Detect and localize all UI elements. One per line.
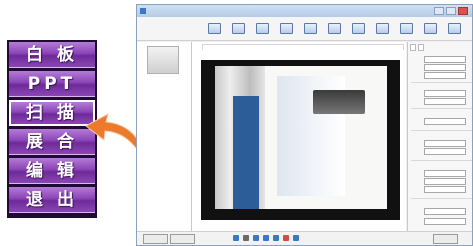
- bottom-button-left[interactable]: [170, 234, 195, 244]
- bottom-button-left[interactable]: [143, 234, 168, 244]
- zoom-out-icon[interactable]: [263, 235, 269, 241]
- toolbar-button[interactable]: [397, 17, 416, 40]
- toolbar-button[interactable]: [373, 17, 392, 40]
- toolbar: [137, 17, 472, 41]
- toolbar-icon: [424, 23, 437, 34]
- thumbnail-image[interactable]: [147, 46, 179, 74]
- app-icon: [140, 8, 146, 14]
- settings-icon[interactable]: [293, 235, 299, 241]
- setting-dropdown[interactable]: [424, 90, 466, 97]
- setting-dropdown[interactable]: [424, 140, 466, 147]
- toolbar-icon: [376, 23, 389, 34]
- scanner-app-window: [136, 4, 473, 246]
- menu-item-ppt[interactable]: PPT: [9, 71, 95, 97]
- toolbar-button[interactable]: [325, 17, 344, 40]
- settings-tab[interactable]: [410, 44, 416, 51]
- divider: [411, 82, 472, 83]
- toolbar-icon: [256, 23, 269, 34]
- menu-item-whiteboard[interactable]: 白 板: [9, 42, 95, 68]
- scan-frame[interactable]: [201, 60, 400, 220]
- divider: [411, 160, 472, 161]
- setting-dropdown[interactable]: [424, 72, 466, 79]
- settings-tab[interactable]: [418, 44, 424, 51]
- thumbnail-panel: [137, 42, 192, 234]
- zoom-in-icon[interactable]: [253, 235, 259, 241]
- divider: [411, 130, 472, 131]
- setting-dropdown[interactable]: [424, 218, 466, 225]
- setting-dropdown[interactable]: [424, 98, 466, 105]
- toolbar-button[interactable]: [445, 17, 464, 40]
- setting-dropdown[interactable]: [424, 186, 466, 193]
- document-title-band: [233, 96, 259, 209]
- toolbar-icon: [232, 23, 245, 34]
- toolbar-icon: [352, 23, 365, 34]
- setting-dropdown[interactable]: [424, 64, 466, 71]
- setting-dropdown[interactable]: [424, 148, 466, 155]
- toolbar-icon: [328, 23, 341, 34]
- setting-dropdown[interactable]: [424, 208, 466, 215]
- toolbar-icon: [448, 23, 461, 34]
- toolbar-icon: [208, 23, 221, 34]
- toolbar-button[interactable]: [301, 17, 320, 40]
- maximize-button[interactable]: [446, 7, 456, 15]
- preview-tab-strip: [202, 44, 404, 50]
- document-photo: [313, 90, 365, 114]
- menu-item-exit[interactable]: 退 出: [9, 187, 95, 213]
- scan-preview: [192, 42, 406, 234]
- toolbar-button[interactable]: [421, 17, 440, 40]
- toolbar-button[interactable]: [205, 17, 224, 40]
- menu-item-scan[interactable]: 扫 描: [9, 100, 95, 126]
- divider: [411, 198, 472, 199]
- menu-item-exhibit[interactable]: 展 合: [9, 129, 95, 155]
- crop-icon[interactable]: [283, 235, 289, 241]
- menu-item-edit[interactable]: 编 辑: [9, 158, 95, 184]
- toolbar-icon: [400, 23, 413, 34]
- toolbar-button[interactable]: [253, 17, 272, 40]
- toolbar-button[interactable]: [229, 17, 248, 40]
- close-button[interactable]: [458, 7, 468, 15]
- toolbar-button[interactable]: [277, 17, 296, 40]
- thumbnail-icon[interactable]: [233, 235, 239, 241]
- toolbar-icon: [304, 23, 317, 34]
- divider: [411, 108, 472, 109]
- bottom-bar: [137, 231, 472, 245]
- bottom-button-right[interactable]: [433, 234, 458, 244]
- window-titlebar: [137, 5, 472, 17]
- setting-dropdown[interactable]: [424, 118, 466, 125]
- fit-icon[interactable]: [273, 235, 279, 241]
- scanned-document: [215, 66, 387, 209]
- minimize-button[interactable]: [434, 7, 444, 15]
- toolbar-button[interactable]: [349, 17, 368, 40]
- setting-dropdown[interactable]: [424, 56, 466, 63]
- toolbar-icon: [280, 23, 293, 34]
- settings-panel: [407, 42, 472, 234]
- setting-dropdown[interactable]: [424, 178, 466, 185]
- setting-dropdown[interactable]: [424, 170, 466, 177]
- rotate-icon[interactable]: [243, 235, 249, 241]
